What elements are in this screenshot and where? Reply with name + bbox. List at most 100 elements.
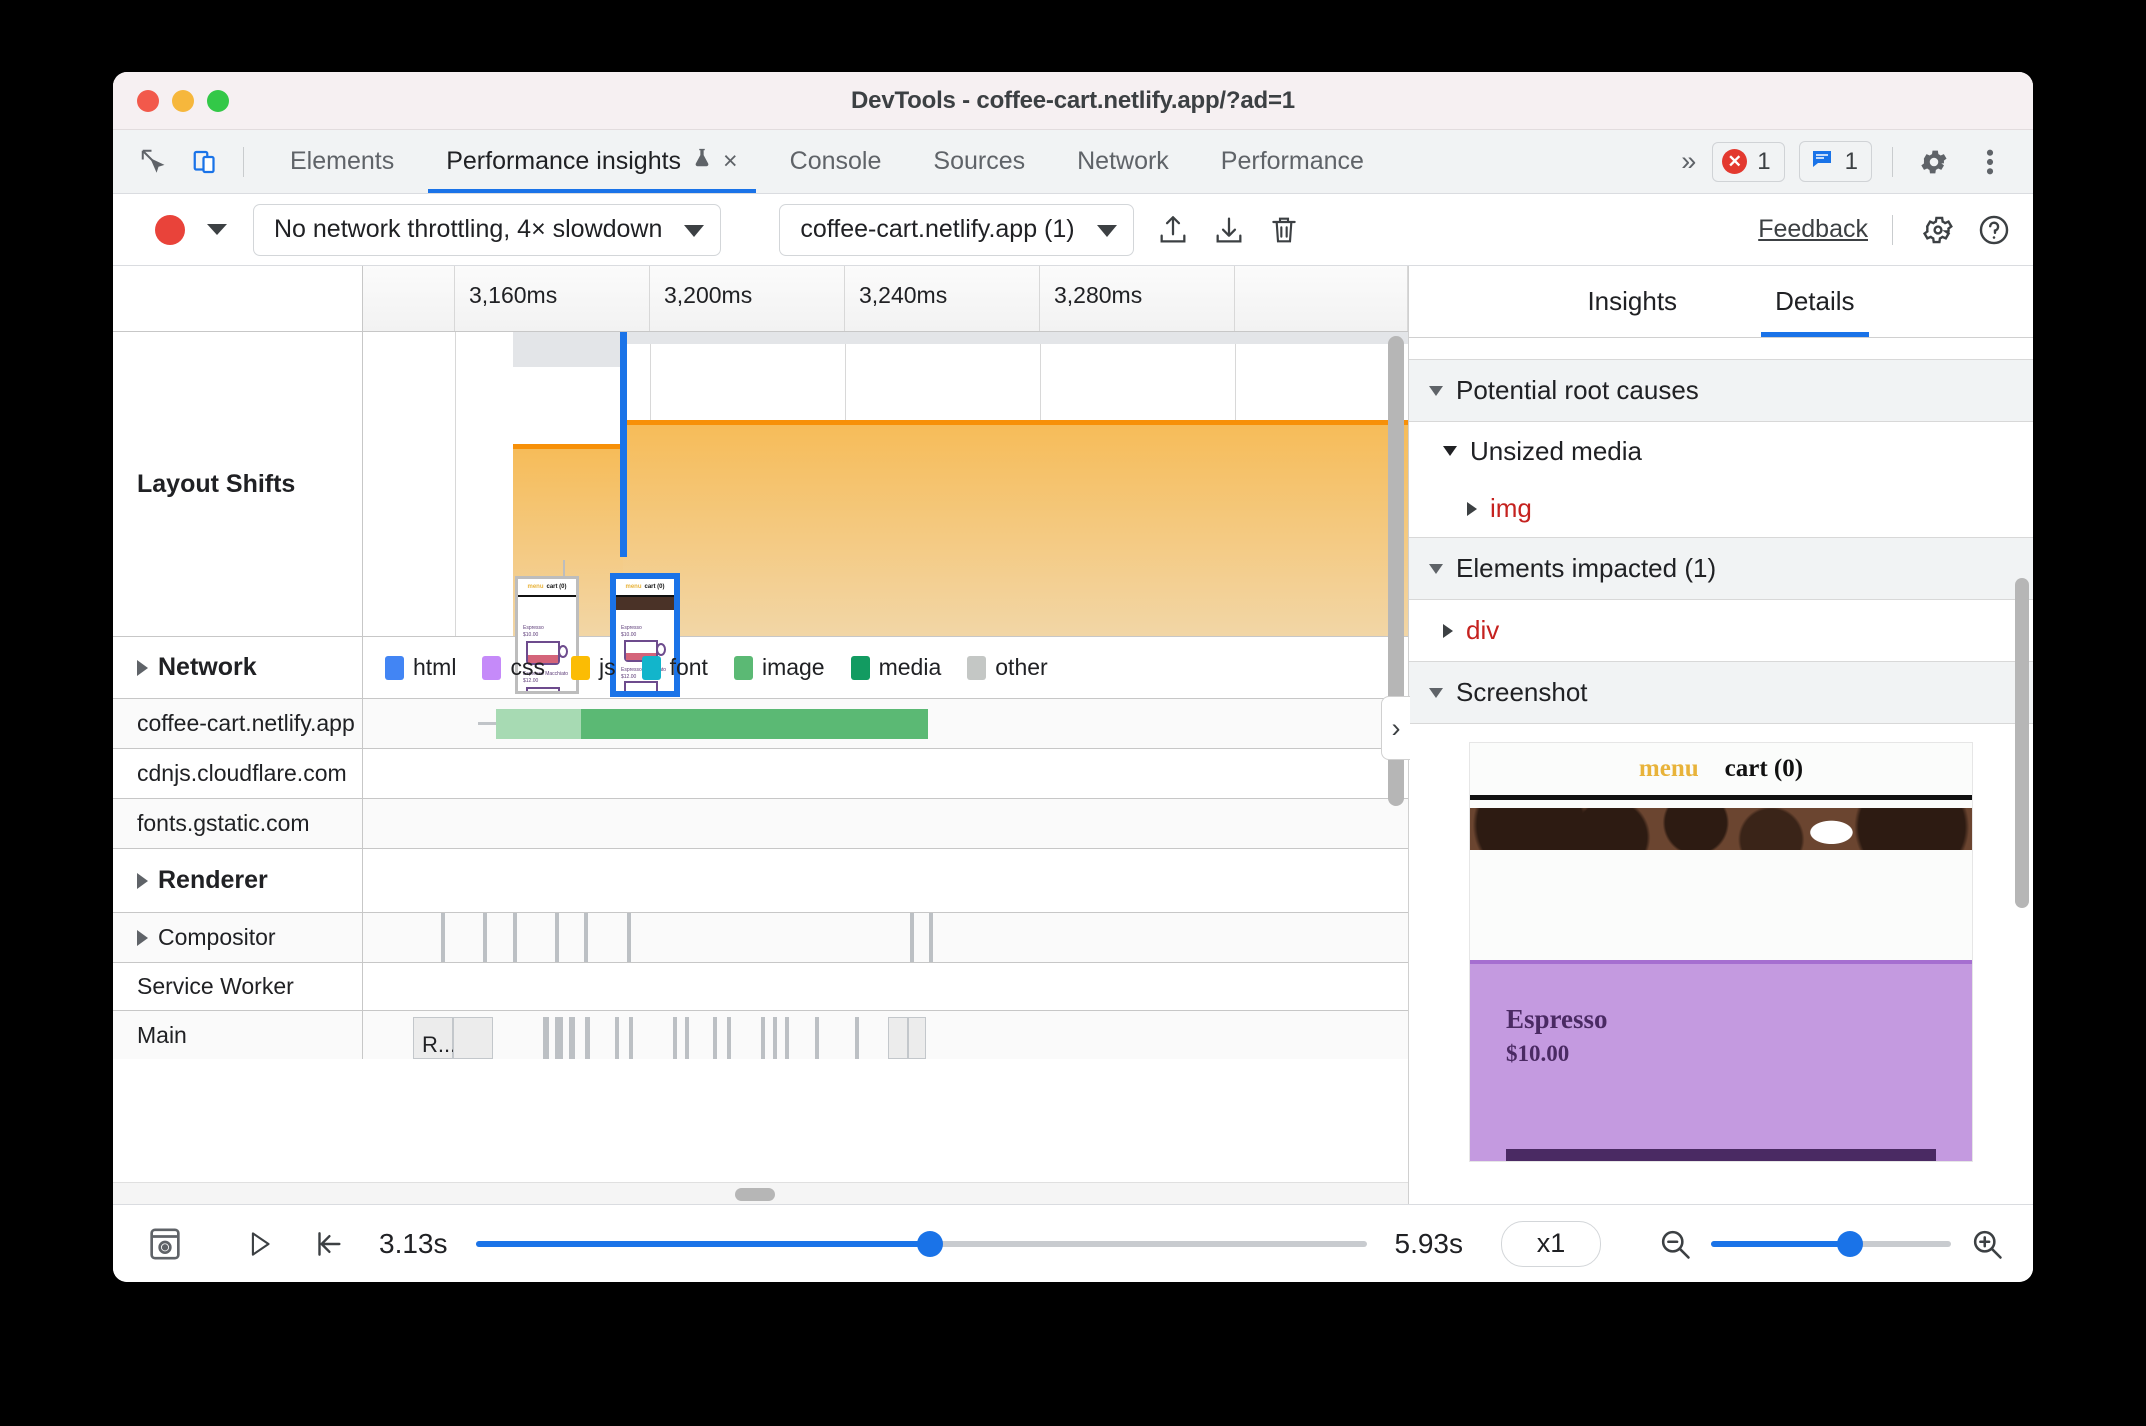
- track-renderer[interactable]: Renderer: [113, 849, 1408, 913]
- legend-label: image: [761, 654, 825, 680]
- device-toolbar-icon[interactable]: [185, 141, 227, 183]
- legend-label: css: [510, 654, 545, 680]
- target-page-value: coffee-cart.netlify.app (1): [800, 215, 1075, 243]
- track-label-service-worker: Service Worker: [113, 963, 363, 1010]
- main-task-block[interactable]: [888, 1017, 908, 1059]
- track-label-compositor: Compositor: [113, 913, 363, 962]
- gear-icon[interactable]: [1921, 213, 1955, 247]
- chevron-down-icon: [1429, 687, 1443, 698]
- chevron-right-icon[interactable]: [137, 929, 148, 946]
- sidebar-collapse-handle[interactable]: ›: [1381, 696, 1410, 760]
- help-circle-icon[interactable]: [1977, 213, 2011, 247]
- tab-performance-insights[interactable]: Performance insights ×: [420, 130, 763, 193]
- upload-icon[interactable]: [1156, 213, 1190, 247]
- playback-speed-button[interactable]: x1: [1501, 1220, 1601, 1267]
- download-icon[interactable]: [1212, 213, 1246, 247]
- dom-node-div[interactable]: div: [1409, 600, 2033, 662]
- timeline-ruler[interactable]: 3,160ms 3,200ms 3,240ms 3,280ms: [113, 266, 1408, 332]
- layout-shift-bar-selected[interactable]: [623, 420, 1408, 636]
- more-vertical-icon[interactable]: [1969, 141, 2011, 183]
- error-count-badge[interactable]: ✕ 1: [1712, 141, 1785, 182]
- scrollbar-thumb[interactable]: [734, 1188, 775, 1201]
- target-page-select[interactable]: coffee-cart.netlify.app (1): [779, 203, 1134, 256]
- timeline-horizontal-scrollbar[interactable]: [113, 1182, 1408, 1204]
- tab-bar-tools: [113, 130, 264, 193]
- chevron-right-icon[interactable]: [1443, 623, 1453, 638]
- zoom-slider[interactable]: [1711, 1230, 1951, 1257]
- track-title: Layout Shifts: [137, 469, 296, 498]
- network-request-row[interactable]: coffee-cart.netlify.app: [113, 699, 1408, 749]
- section-label: Elements impacted (1): [1456, 553, 1717, 583]
- tab-performance[interactable]: Performance: [1195, 130, 1390, 193]
- content-spacer: [1409, 338, 2033, 360]
- subsection-label: Unsized media: [1470, 435, 1642, 466]
- legend-swatch: [733, 655, 753, 680]
- main-task-block[interactable]: [453, 1017, 493, 1059]
- main-task-block[interactable]: [908, 1017, 926, 1059]
- record-button[interactable]: [155, 214, 185, 245]
- main-task-block[interactable]: R...: [413, 1017, 456, 1059]
- track-layout-shifts[interactable]: Layout Shifts menu cart (0) Espresso $10…: [113, 332, 1408, 697]
- time-range-slider[interactable]: [475, 1230, 1367, 1257]
- screenshot-capture-icon[interactable]: [145, 1224, 185, 1264]
- track-main[interactable]: Main R...: [113, 1011, 1408, 1059]
- trash-icon[interactable]: [1268, 214, 1300, 246]
- track-compositor[interactable]: Compositor: [113, 913, 1408, 963]
- layout-shifts-body: menu cart (0) Espresso $10.00 Espresso M…: [363, 332, 1408, 697]
- preview-product-price: $10.00: [1506, 1041, 1570, 1066]
- inspect-cursor-icon[interactable]: [133, 141, 175, 183]
- section-screenshot[interactable]: Screenshot: [1409, 662, 2033, 724]
- track-service-worker[interactable]: Service Worker: [113, 963, 1408, 1011]
- close-tab-icon[interactable]: ×: [723, 147, 738, 176]
- chevron-right-icon[interactable]: [137, 659, 148, 676]
- screenshot-preview[interactable]: menu cart (0) Espresso $10.00: [1469, 742, 1973, 1162]
- tab-insights[interactable]: Insights: [1573, 266, 1691, 337]
- request-bar[interactable]: [496, 709, 928, 739]
- thumb-menu-label: menu: [527, 583, 544, 590]
- chevron-down-icon: [1443, 446, 1457, 456]
- jump-to-start-icon[interactable]: [311, 1227, 345, 1261]
- zoom-in-icon[interactable]: [1969, 1226, 2005, 1262]
- network-request-row[interactable]: cdnjs.cloudflare.com: [113, 749, 1408, 799]
- chevron-right-icon[interactable]: [137, 872, 148, 889]
- track-label-main: Main: [113, 1011, 363, 1059]
- tab-details[interactable]: Details: [1761, 266, 1870, 337]
- sidebar-tabs: Insights Details: [1409, 266, 2033, 338]
- throttling-select[interactable]: No network throttling, 4× slowdown: [253, 203, 722, 256]
- zoom-out-icon[interactable]: [1657, 1226, 1693, 1262]
- slider-fill: [1711, 1240, 1851, 1247]
- message-count-badge[interactable]: 1: [1798, 141, 1872, 182]
- window-title: DevTools - coffee-cart.netlify.app/?ad=1: [851, 86, 1295, 114]
- legend-item-js: js: [570, 654, 616, 681]
- tab-sources[interactable]: Sources: [907, 130, 1051, 193]
- more-tabs-icon[interactable]: »: [1675, 146, 1698, 177]
- network-request-row[interactable]: fonts.gstatic.com: [113, 799, 1408, 849]
- tab-elements[interactable]: Elements: [264, 130, 420, 193]
- section-label: Screenshot: [1456, 677, 1588, 707]
- chevron-right-icon[interactable]: [1467, 501, 1477, 516]
- tab-label: Performance insights: [446, 147, 682, 175]
- track-title: Service Worker: [137, 973, 294, 999]
- thumb-navbar: menu cart (0): [616, 579, 674, 595]
- toolbar-divider-2: [1892, 146, 1893, 177]
- feedback-link[interactable]: Feedback: [1758, 215, 1868, 244]
- request-wait-line: [478, 722, 496, 725]
- section-elements-impacted[interactable]: Elements impacted (1): [1409, 538, 2033, 600]
- tab-network[interactable]: Network: [1051, 130, 1195, 193]
- record-options-chevron-down-icon[interactable]: [207, 224, 227, 235]
- thumb-navbar: menu cart (0): [518, 579, 576, 595]
- play-icon[interactable]: [243, 1227, 277, 1261]
- dom-node-img[interactable]: img: [1409, 480, 2033, 538]
- range-end-time: 5.93s: [1394, 1227, 1464, 1259]
- tab-console[interactable]: Console: [764, 130, 908, 193]
- experiment-flask-icon: [691, 145, 713, 178]
- subsection-unsized-media[interactable]: Unsized media: [1409, 422, 2033, 480]
- throttling-value: No network throttling, 4× slowdown: [274, 215, 663, 243]
- track-network[interactable]: Network html css js font image media oth…: [113, 637, 1408, 699]
- sidebar-scrollbar[interactable]: [2015, 578, 2029, 908]
- error-count: 1: [1757, 147, 1771, 175]
- section-potential-root-causes[interactable]: Potential root causes: [1409, 360, 2033, 422]
- slider-knob[interactable]: [916, 1230, 943, 1257]
- gear-icon[interactable]: [1913, 141, 1955, 183]
- slider-knob[interactable]: [1837, 1230, 1864, 1257]
